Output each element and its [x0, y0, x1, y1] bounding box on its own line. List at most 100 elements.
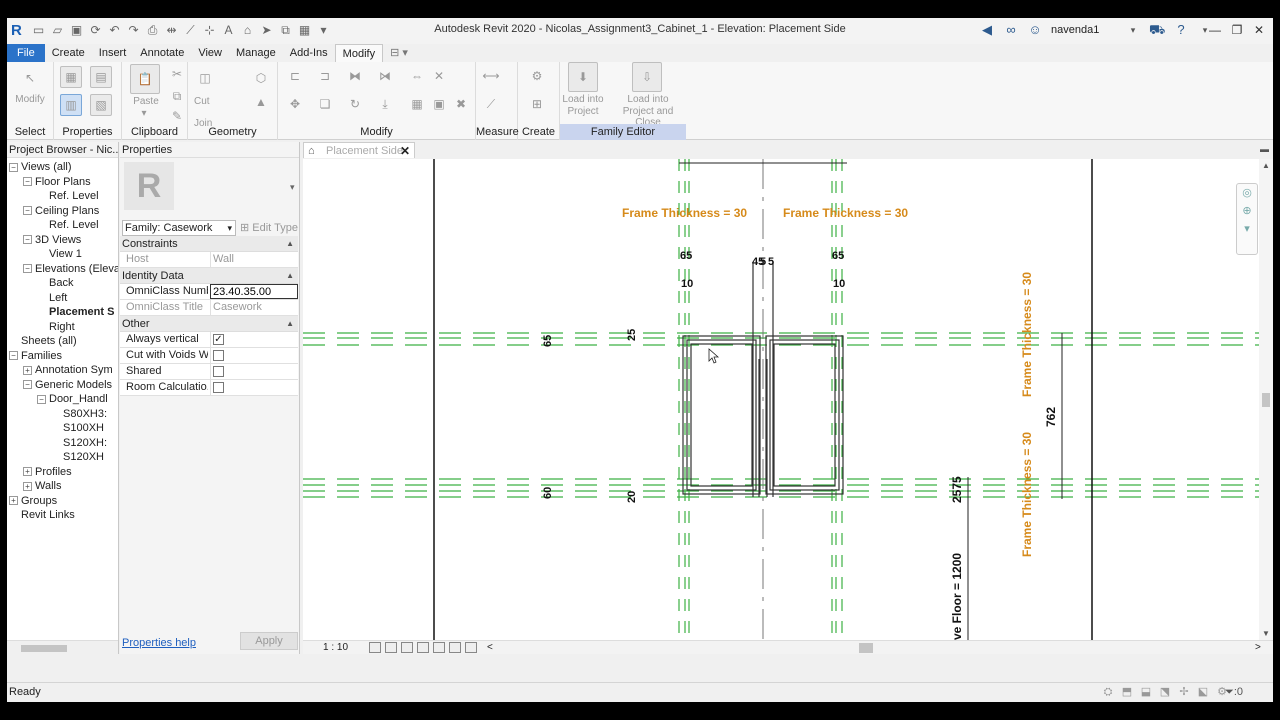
rotate-icon[interactable]: ↻: [344, 94, 366, 116]
measure-between-icon[interactable]: ⟷: [480, 66, 502, 88]
tree-item[interactable]: S80XH3:: [51, 407, 107, 422]
tree-item[interactable]: S120XH:: [51, 436, 107, 451]
close-view-icon[interactable]: ✕: [400, 143, 410, 159]
worksets-icon[interactable]: ⛭: [1101, 686, 1115, 699]
dim-10-left[interactable]: 10: [681, 278, 693, 290]
split-face-icon[interactable]: ⬡: [250, 68, 272, 90]
frame-thickness-right[interactable]: Frame Thickness = 30: [783, 206, 908, 220]
tab-annotate[interactable]: Annotate: [133, 44, 191, 62]
tree-item[interactable]: S100XH: [51, 421, 104, 436]
select-links-icon[interactable]: ⬓: [1139, 686, 1153, 699]
tab-file[interactable]: File: [7, 44, 45, 62]
dim-5b[interactable]: 5: [768, 256, 774, 268]
tree-item[interactable]: Sheets (all): [9, 334, 77, 349]
dim-762[interactable]: 762: [1044, 407, 1058, 427]
apply-button[interactable]: Apply: [240, 632, 298, 650]
create-similar-icon[interactable]: ⚙: [526, 66, 548, 88]
family-selector[interactable]: Family: Casework ▾: [122, 220, 236, 236]
load-into-project-label-2[interactable]: Project: [560, 106, 606, 117]
load-and-close-icon[interactable]: ⇩: [632, 62, 662, 92]
tree-item[interactable]: Back: [37, 276, 73, 291]
paint-icon[interactable]: ▲: [250, 92, 272, 114]
tree-item[interactable]: + Annotation Sym: [23, 363, 113, 378]
split-icon[interactable]: ⇔: [406, 66, 428, 88]
tree-item[interactable]: S120XH: [51, 450, 104, 465]
copy-icon[interactable]: ⧉: [166, 86, 188, 108]
shadows-icon[interactable]: [417, 642, 429, 653]
load-and-close-label-1[interactable]: Load into: [610, 94, 686, 105]
always-vertical-checkbox[interactable]: ✓: [213, 334, 224, 345]
dim-2575[interactable]: 2575: [950, 476, 964, 503]
edit-type-button[interactable]: ⊞ Edit Type: [240, 220, 298, 236]
tab-create[interactable]: Create: [45, 44, 92, 62]
tree-item[interactable]: − Ceiling Plans: [23, 204, 99, 219]
array-icon[interactable]: ▦: [406, 94, 428, 116]
user-icon[interactable]: ☺: [1027, 22, 1043, 38]
cope-icon[interactable]: ◫: [194, 68, 216, 90]
omniclass-number-input[interactable]: 23.40.35.00: [210, 284, 298, 299]
align-icon[interactable]: ⊏: [284, 66, 306, 88]
tree-item[interactable]: + Profiles: [23, 465, 72, 480]
tab-manage[interactable]: Manage: [229, 44, 283, 62]
help-icon[interactable]: ?: [1173, 22, 1189, 38]
filter-count[interactable]: ⏷:0: [1225, 686, 1243, 699]
view-tab-placement-side[interactable]: ⌂ Placement Side ✕: [303, 142, 415, 158]
tree-item[interactable]: Revit Links: [9, 508, 75, 523]
collapse-icon[interactable]: −: [9, 351, 18, 361]
dim-65-vertical[interactable]: 65: [542, 335, 554, 347]
move-icon[interactable]: ✥: [284, 94, 306, 116]
tree-item[interactable]: Left: [37, 291, 67, 306]
tree-item[interactable]: + Walls: [23, 479, 61, 494]
section-identity-data[interactable]: Identity Data ▲: [120, 268, 298, 284]
view-tabs-dropdown-icon[interactable]: ▬: [1260, 144, 1269, 154]
scroll-down-icon[interactable]: ▼: [1262, 629, 1270, 638]
section-constraints[interactable]: Constraints ▲: [120, 236, 298, 252]
tree-item[interactable]: Ref. Level: [37, 189, 99, 204]
select-pinned-icon[interactable]: ✢: [1177, 686, 1191, 699]
properties-toggle-icon[interactable]: ▥: [60, 94, 82, 116]
tree-item[interactable]: − Door_Handl: [37, 392, 108, 407]
select-underlay-icon[interactable]: ⬔: [1158, 686, 1172, 699]
dim-65-left[interactable]: 65: [680, 250, 692, 262]
dim-5a[interactable]: 5: [760, 256, 766, 268]
elevation-drawing[interactable]: Frame Thickness = 30 Frame Thickness = 3…: [303, 159, 1259, 640]
dim-25[interactable]: 25: [626, 329, 638, 341]
tree-item[interactable]: Right: [37, 320, 75, 335]
tree-item[interactable]: − Views (all): [9, 160, 72, 175]
tab-insert[interactable]: Insert: [92, 44, 134, 62]
tab-modify[interactable]: Modify: [334, 44, 384, 62]
tree-item[interactable]: + Groups: [9, 494, 57, 509]
collapse-icon[interactable]: −: [23, 177, 32, 187]
delete-icon[interactable]: ✖: [450, 94, 472, 116]
family-types-icon[interactable]: ▤: [90, 66, 112, 88]
visual-style-icon[interactable]: [385, 642, 397, 653]
type-selector-dropdown-icon[interactable]: ▾: [290, 182, 295, 193]
tree-item[interactable]: Placement S: [37, 305, 114, 320]
steering-wheel-icon[interactable]: ◎: [1237, 184, 1257, 202]
view-scale[interactable]: 1 : 10: [323, 641, 348, 655]
binoculars-icon[interactable]: ∞: [1003, 22, 1019, 38]
minimize-icon[interactable]: —: [1205, 21, 1225, 39]
type-properties-icon[interactable]: ▧: [90, 94, 112, 116]
tree-item[interactable]: View 1: [37, 247, 82, 262]
cut-icon[interactable]: ✂: [166, 64, 188, 86]
dim-60[interactable]: 60: [542, 487, 554, 499]
family-category-icon[interactable]: ▦: [60, 66, 82, 88]
tree-item[interactable]: − Elevations (Eleva: [23, 262, 118, 277]
tab-view[interactable]: View: [191, 44, 229, 62]
scale-icon[interactable]: ▣: [428, 94, 450, 116]
drawing-canvas[interactable]: Frame Thickness = 30 Frame Thickness = 3…: [303, 159, 1259, 640]
section-other[interactable]: Other ▲: [120, 316, 298, 332]
modify-cursor-icon[interactable]: ↖: [19, 68, 41, 90]
user-dropdown-icon[interactable]: ▾: [1125, 22, 1141, 38]
hscroll-left-icon[interactable]: <: [487, 641, 493, 655]
copy-element-icon[interactable]: ❏: [314, 94, 336, 116]
floor-dimension[interactable]: ve Floor = 1200: [950, 553, 964, 640]
ribbon-options-icon[interactable]: ⊟ ▾: [383, 44, 415, 62]
dim-65-right[interactable]: 65: [832, 250, 844, 262]
detail-level-icon[interactable]: [369, 642, 381, 653]
create-group-icon[interactable]: ⊞: [526, 94, 548, 116]
trim-icon[interactable]: ⤓: [374, 94, 396, 116]
shared-checkbox[interactable]: [213, 366, 224, 377]
tree-item[interactable]: −3D Views: [23, 233, 81, 248]
